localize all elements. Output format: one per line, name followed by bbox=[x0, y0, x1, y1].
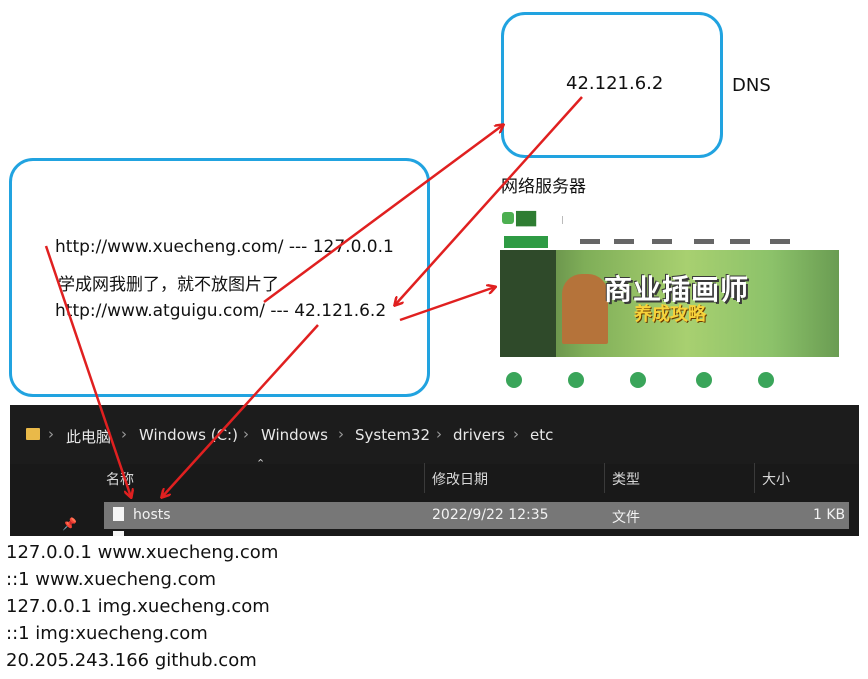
arrow-atguigu-to-server bbox=[399, 287, 495, 322]
arrow-atguigu-to-hosts bbox=[162, 324, 319, 497]
flow-arrows bbox=[44, 96, 583, 679]
arrow-atguigu-to-dns bbox=[263, 125, 503, 304]
arrow-dns-to-atguigu bbox=[395, 96, 583, 305]
arrow-xuecheng-to-hosts bbox=[44, 245, 131, 497]
